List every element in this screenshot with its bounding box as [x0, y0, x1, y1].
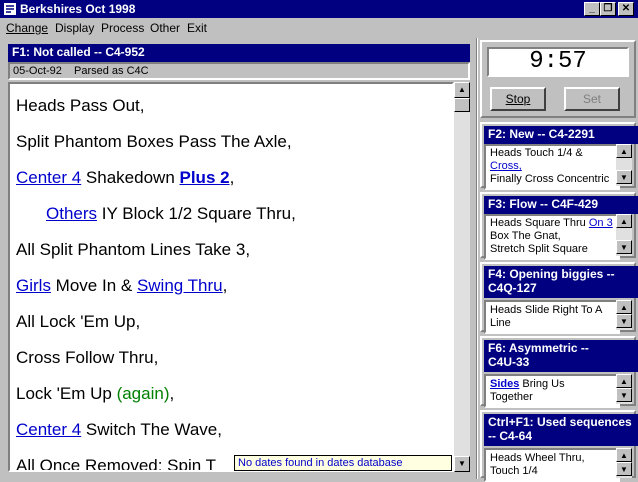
scroll-up-button[interactable]: ▲	[616, 374, 632, 388]
timer-display: 9:57	[487, 47, 629, 77]
minimize-button[interactable]: _	[584, 2, 600, 16]
queue-header: F2: New -- C4-2291	[484, 126, 638, 144]
sequence-text-area[interactable]: Heads Pass Out, Split Phantom Boxes Pass…	[8, 82, 454, 472]
queue-preview[interactable]: Heads Wheel Thru, Touch 1/4	[484, 448, 620, 482]
scroll-up-button[interactable]: ▲	[454, 82, 470, 98]
queue-header: F4: Opening biggies -- C4Q-127	[484, 266, 638, 298]
sequence-line: Others IY Block 1/2 Square Thru,	[46, 204, 296, 223]
queue-header: F3: Flow -- C4F-429	[484, 196, 638, 214]
arrow-down-icon: ▼	[458, 459, 466, 468]
current-sequence-header: F1: Not called -- C4-952	[8, 44, 470, 62]
queue-scrollbar[interactable]: ▲ ▼	[616, 374, 632, 404]
restore-button[interactable]: ❐	[600, 2, 616, 16]
queue-asymmetric[interactable]: F6: Asymmetric -- C4U-33 Sides Bring Us T…	[480, 336, 638, 408]
sequence-scrollbar[interactable]: ▲ ▼	[454, 82, 470, 472]
queue-new[interactable]: F2: New -- C4-2291 Heads Touch 1/4 & Cro…	[480, 122, 638, 190]
call-link[interactable]: Center 4	[16, 168, 81, 187]
queue-preview[interactable]: Sides Bring Us Together	[484, 374, 620, 408]
sequence-line: Heads Pass Out,	[16, 96, 145, 115]
sequence-parsed: Parsed as C4C	[74, 65, 149, 77]
splitter[interactable]	[476, 38, 478, 479]
call-link[interactable]: Others	[46, 204, 97, 223]
menu-other[interactable]: Other	[150, 21, 180, 35]
queue-header: Ctrl+F1: Used sequences -- C4-64	[484, 414, 638, 446]
call-link[interactable]: Plus 2	[180, 168, 230, 187]
scroll-up-button[interactable]: ▲	[616, 144, 632, 158]
menu-bar: Change Display Process Other Exit	[0, 18, 638, 38]
queue-preview[interactable]: Heads Slide Right To A Line	[484, 300, 620, 334]
queue-header: F6: Asymmetric -- C4U-33	[484, 340, 638, 372]
sequence-line: All Once Removed: Spin T	[16, 456, 216, 472]
set-button[interactable]: Set	[564, 87, 620, 111]
scroll-thumb[interactable]	[454, 98, 470, 112]
sequence-date: 05-Oct-92	[13, 65, 62, 77]
arrow-up-icon: ▲	[458, 85, 466, 94]
arrow-down-icon: ▼	[620, 391, 628, 400]
call-link[interactable]: Swing Thru	[137, 276, 223, 295]
scroll-up-button[interactable]: ▲	[616, 300, 632, 314]
queue-scrollbar[interactable]: ▲ ▼	[616, 214, 632, 256]
sequence-line: Center 4 Switch The Wave,	[16, 420, 222, 439]
title-bar: Berkshires Oct 1998 _ ❐ ✕	[0, 0, 638, 18]
minimize-icon: _	[589, 3, 595, 14]
scroll-up-button[interactable]: ▲	[616, 214, 632, 228]
arrow-down-icon: ▼	[620, 173, 628, 182]
stop-button[interactable]: Stop	[490, 87, 546, 111]
sequence-line: Lock 'Em Up (again),	[16, 384, 175, 403]
sequence-info-bar: 05-Oct-92 Parsed as C4C	[8, 62, 470, 80]
sequence-line: Cross Follow Thru,	[16, 348, 159, 367]
queue-scrollbar[interactable]: ▲ ▼	[616, 448, 632, 478]
menu-exit[interactable]: Exit	[187, 21, 207, 35]
sequence-line: Center 4 Shakedown Plus 2,	[16, 168, 235, 187]
scroll-down-button[interactable]: ▼	[454, 456, 470, 472]
menu-change[interactable]: Change	[6, 21, 48, 35]
window-title: Berkshires Oct 1998	[20, 2, 136, 16]
arrow-down-icon: ▼	[620, 243, 628, 252]
arrow-down-icon: ▼	[620, 317, 628, 326]
close-icon: ✕	[621, 3, 631, 14]
menu-process[interactable]: Process	[101, 21, 144, 35]
menu-display[interactable]: Display	[55, 21, 94, 35]
queue-scrollbar[interactable]: ▲ ▼	[616, 144, 632, 186]
close-button[interactable]: ✕	[618, 2, 634, 16]
call-link[interactable]: Center 4	[16, 420, 81, 439]
scroll-down-button[interactable]: ▼	[616, 240, 632, 254]
queue-preview[interactable]: Heads Touch 1/4 & Cross, Finally Cross C…	[484, 144, 620, 190]
sequence-line: Girls Move In & Swing Thru,	[16, 276, 228, 295]
scroll-down-button[interactable]: ▼	[616, 314, 632, 328]
call-link[interactable]: Girls	[16, 276, 51, 295]
scroll-up-button[interactable]: ▲	[616, 448, 632, 462]
sequence-line: All Lock 'Em Up,	[16, 312, 141, 331]
arrow-up-icon: ▲	[620, 217, 628, 226]
sequence-line: All Split Phantom Lines Take 3,	[16, 240, 251, 259]
queue-preview[interactable]: Heads Square Thru On 3 Box The Gnat, Str…	[484, 214, 620, 260]
sequence-line: Split Phantom Boxes Pass The Axle,	[16, 132, 292, 151]
scroll-down-button[interactable]: ▼	[616, 170, 632, 184]
queue-scrollbar[interactable]: ▲ ▼	[616, 300, 632, 330]
queue-flow[interactable]: F3: Flow -- C4F-429 Heads Square Thru On…	[480, 192, 638, 260]
dates-tooltip: No dates found in dates database	[234, 455, 452, 471]
arrow-up-icon: ▲	[620, 451, 628, 460]
scroll-down-button[interactable]: ▼	[616, 388, 632, 402]
timer-panel: 9:57 Stop Set	[480, 40, 636, 118]
arrow-up-icon: ▲	[620, 147, 628, 156]
queue-used-sequences[interactable]: Ctrl+F1: Used sequences -- C4-64 Heads Wh…	[480, 410, 638, 482]
restore-icon: ❐	[603, 3, 613, 14]
arrow-down-icon: ▼	[620, 465, 628, 474]
queue-opening-biggies[interactable]: F4: Opening biggies -- C4Q-127 Heads Slid…	[480, 262, 638, 334]
scroll-down-button[interactable]: ▼	[616, 462, 632, 476]
arrow-up-icon: ▲	[620, 303, 628, 312]
app-icon[interactable]	[3, 2, 17, 16]
arrow-up-icon: ▲	[620, 377, 628, 386]
